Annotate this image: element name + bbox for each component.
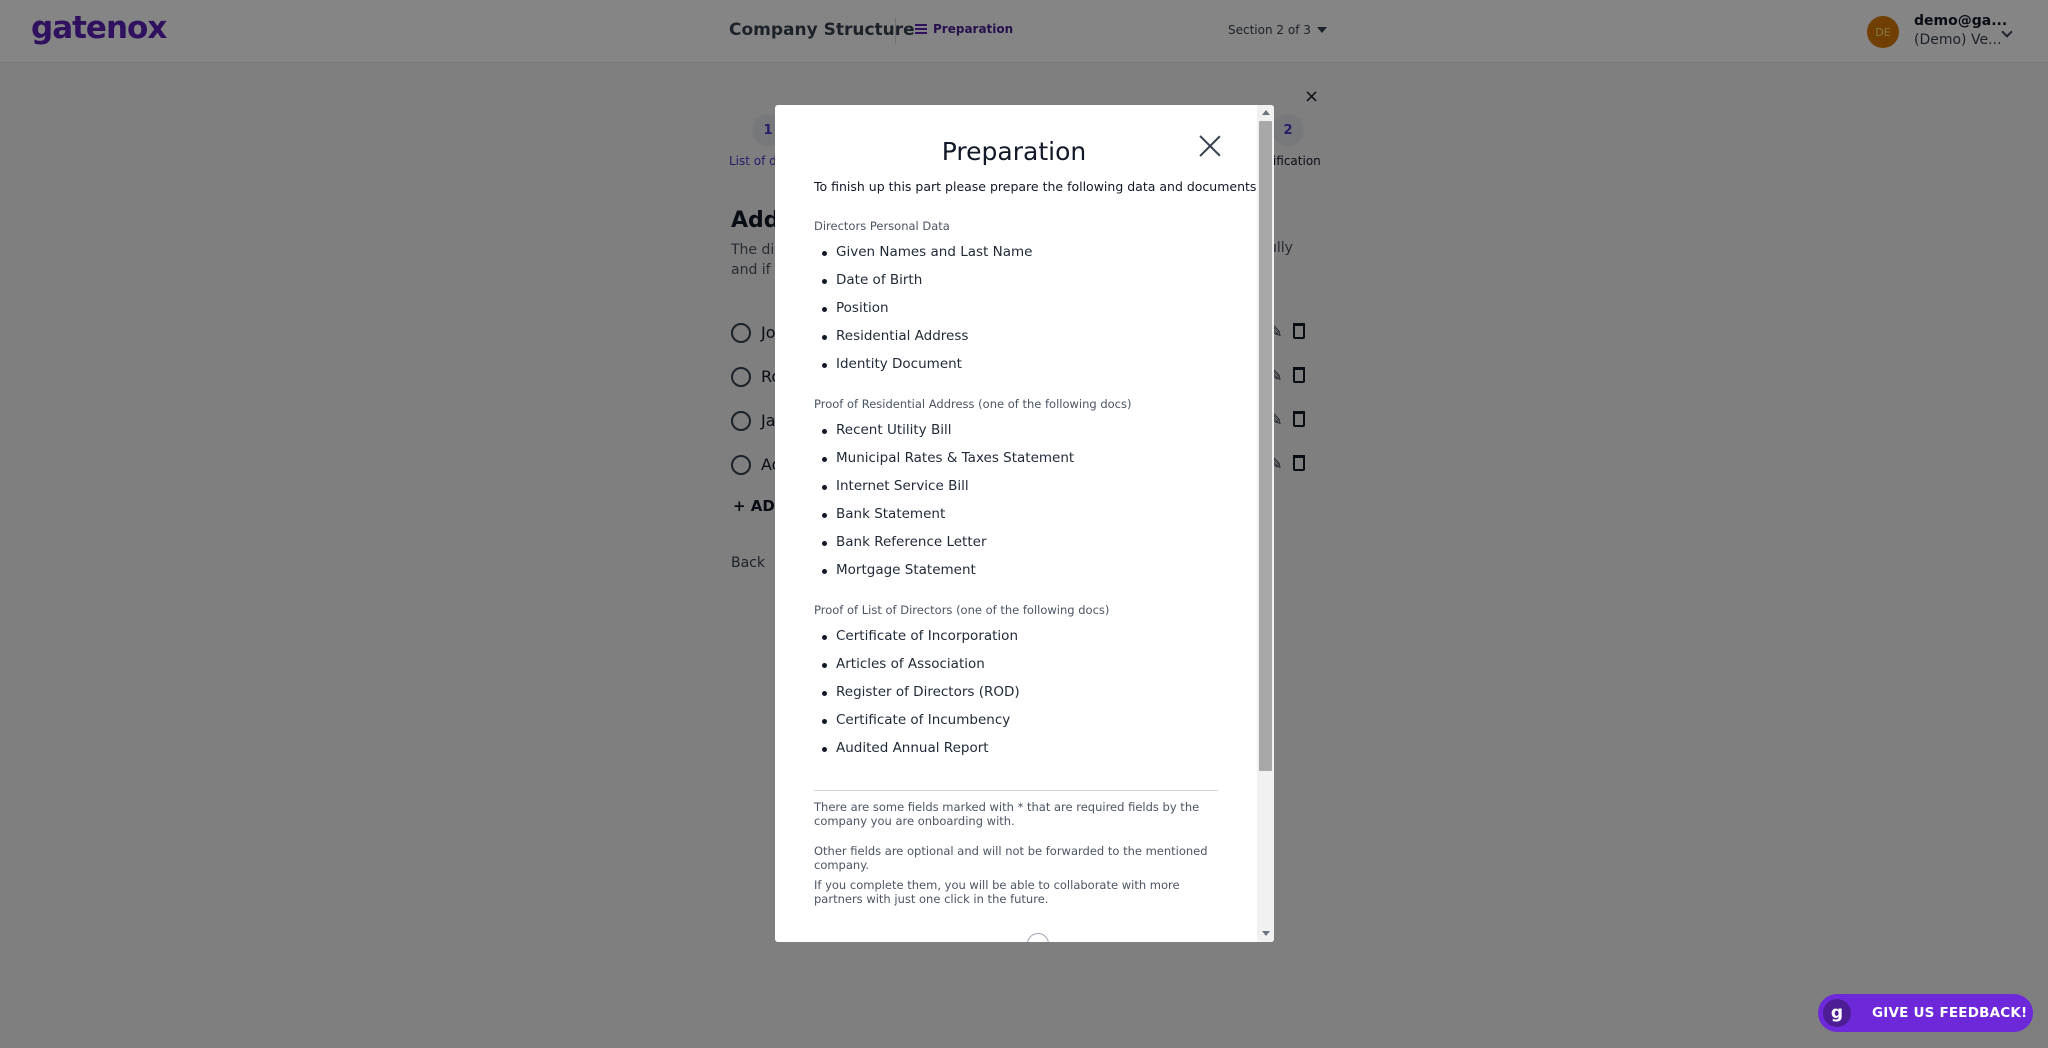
list-item: Identity Document: [822, 356, 962, 372]
list-item: Municipal Rates & Taxes Statement: [821, 450, 1075, 466]
preparation-modal: Preparation To finish up this part pleas…: [775, 105, 1274, 942]
section-title-residential-address: Proof of Residential Address (one of the…: [814, 397, 1132, 411]
list-item: Register of Directors (ROD): [822, 684, 1020, 700]
list-item: Articles of Association: [822, 656, 985, 672]
list-item: Internet Service Bill: [822, 478, 969, 494]
list-item: Residential Address: [821, 328, 969, 344]
info-icon: [1027, 933, 1049, 942]
scroll-up-arrow-icon[interactable]: [1262, 110, 1270, 115]
modal-title: Preparation: [941, 137, 1087, 166]
required-fields-note: There are some fields marked with * that…: [814, 800, 1200, 828]
list-item: Bank Statement: [821, 506, 946, 522]
scrollbar-thumb[interactable]: [1259, 121, 1272, 771]
list-item: Given Names and Last Name: [821, 244, 1033, 260]
list-item: Audited Annual Report: [822, 740, 989, 756]
list-item: Bank Reference Letter: [822, 534, 987, 550]
list-item: Date of Birth: [821, 272, 923, 288]
optional-fields-note: Other fields are optional and will not b…: [814, 844, 1208, 872]
gatenox-g-icon: g: [1823, 999, 1851, 1027]
divider: [814, 790, 1218, 791]
collaboration-note: If you complete them, you will be able t…: [814, 878, 1180, 906]
list-item: Mortgage Statement: [822, 562, 976, 578]
list-item: Recent Utility Bill: [821, 422, 952, 438]
list-item: Certificate of Incorporation: [822, 628, 1018, 644]
give-feedback-button[interactable]: g GIVE US FEEDBACK!: [1818, 994, 2033, 1032]
section-title-personal-data: Directors Personal Data: [814, 219, 950, 233]
feedback-label: GIVE US FEEDBACK!: [1872, 1005, 2028, 1021]
list-item: Certificate of Incumbency: [821, 712, 1011, 728]
modal-intro: To finish up this part please prepare th…: [814, 179, 1257, 194]
scroll-down-arrow-icon[interactable]: [1262, 931, 1270, 936]
list-item: Position: [822, 300, 889, 316]
close-icon[interactable]: [1199, 135, 1221, 157]
section-title-list-of-directors: Proof of List of Directors (one of the f…: [814, 603, 1110, 617]
